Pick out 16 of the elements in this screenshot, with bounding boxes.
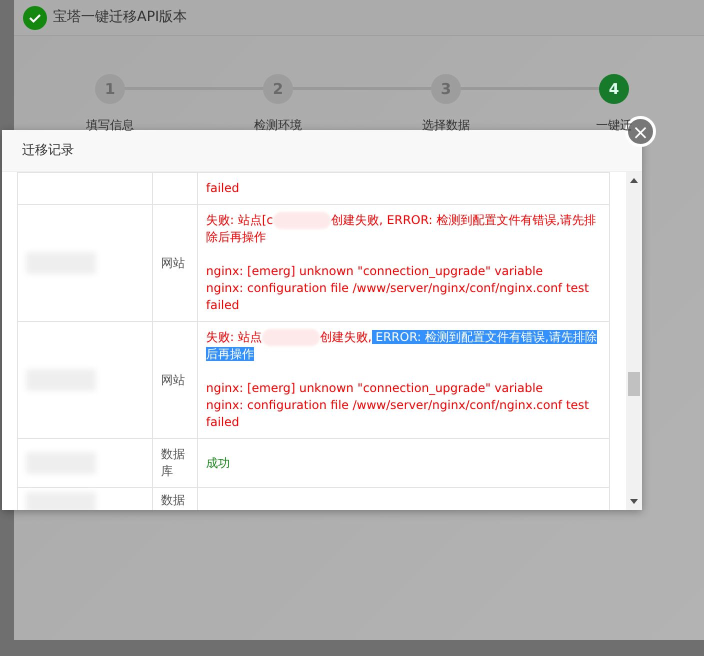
result-message: 失败: 站点[c 创建失败, ERROR: 检测到配置文件有错误,请先排除后再操作 — [206, 212, 598, 246]
table-cell: 网站 — [152, 322, 198, 439]
scroll-thumb[interactable] — [628, 372, 640, 396]
window-title: 宝塔一键迁移API版本 — [53, 8, 188, 27]
result-message: 失败: 站点 创建失败, ERROR: 检测到配置文件有错误,请先排除后再操作 — [206, 329, 598, 364]
scroll-up-icon[interactable] — [630, 178, 638, 183]
table-cell: 数据库 — [152, 438, 198, 488]
error-details: failed — [206, 180, 240, 197]
scrollbar[interactable] — [626, 172, 642, 510]
result-message: 成功 — [206, 454, 231, 472]
check-icon — [23, 6, 47, 30]
error-details: nginx: [emerg] unknown "connection_upgrade" variable nginx: configuration file /www/server/nginx/conf/nginx.conf test failed — [206, 380, 590, 432]
step-number: 4 — [599, 74, 629, 104]
error-details: nginx: [emerg] unknown "connection_upgrade" variable nginx: configuration file /www/server/nginx/conf/nginx.conf test failed — [206, 263, 590, 314]
table-cell: 网站 — [152, 204, 198, 322]
scroll-down-icon[interactable] — [630, 499, 638, 504]
